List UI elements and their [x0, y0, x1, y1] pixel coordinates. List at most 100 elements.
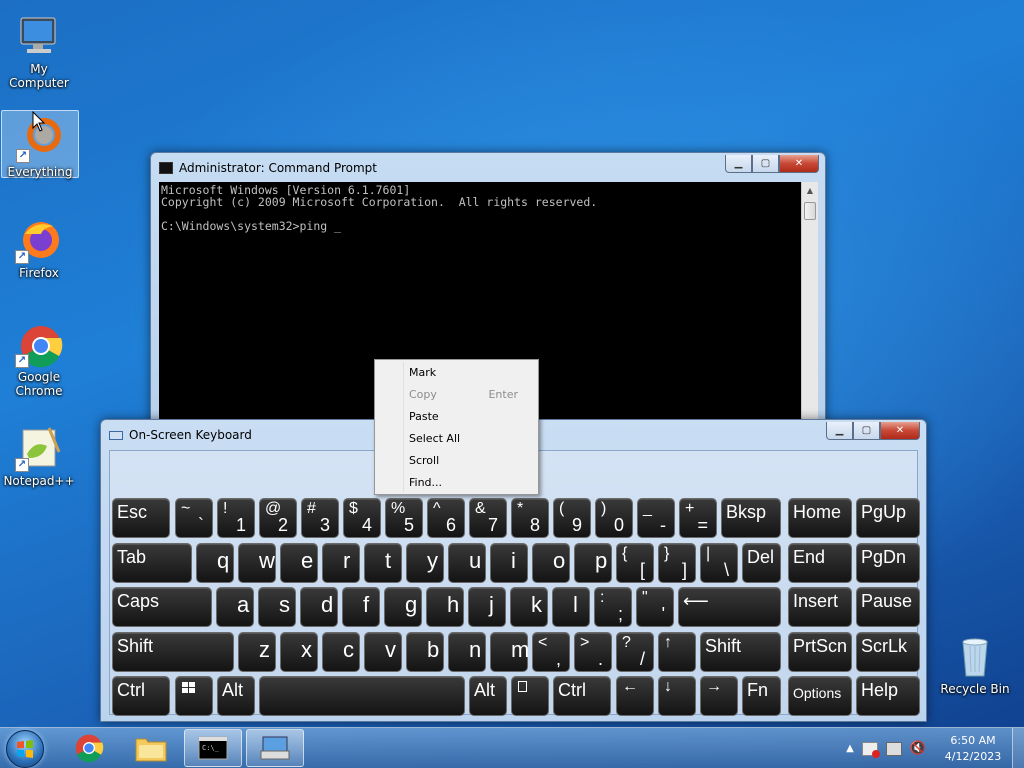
key-sym-z-2[interactable]: ? /	[616, 632, 654, 672]
key-options[interactable]: Options	[788, 676, 852, 716]
key-num-9[interactable]: (9	[553, 498, 591, 538]
taskbar-cmd[interactable]: C:\_	[184, 729, 242, 767]
key-arrow-left[interactable]: ←	[616, 676, 654, 716]
key-space[interactable]	[259, 676, 465, 716]
key-letter-n[interactable]: n	[448, 632, 486, 672]
key-delete[interactable]: Del	[742, 543, 781, 583]
network-icon[interactable]	[885, 741, 902, 756]
key-shift-right[interactable]: Shift	[700, 632, 781, 672]
console-scrollbar[interactable]: ▲	[801, 182, 818, 423]
menu-item-copy[interactable]: Copy Enter	[375, 384, 538, 406]
key-sym-q-2[interactable]: | \	[700, 543, 738, 583]
key-letter-h[interactable]: h	[426, 587, 464, 627]
taskbar-chrome[interactable]	[60, 729, 118, 767]
menu-item-paste[interactable]: Paste	[375, 406, 538, 428]
key-arrow-right[interactable]: →	[700, 676, 738, 716]
key-num-11[interactable]: _ -	[637, 498, 675, 538]
key-letter-q[interactable]: q	[196, 543, 234, 583]
cmd-titlebar[interactable]: Administrator: Command Prompt ▁ ▢ ✕	[151, 153, 825, 183]
key-num-10[interactable]: ) 0	[595, 498, 633, 538]
key-num-12[interactable]: + =	[679, 498, 717, 538]
close-button[interactable]: ✕	[779, 155, 819, 173]
key-alt-left[interactable]: Alt	[217, 676, 255, 716]
key-arrow-down[interactable]: ↓	[658, 676, 696, 716]
scroll-thumb[interactable]	[804, 202, 816, 220]
key-shift-left[interactable]: Shift	[112, 632, 234, 672]
menu-item-find[interactable]: Find...	[375, 472, 538, 494]
key-backspace[interactable]: Bksp	[721, 498, 781, 538]
key-home[interactable]: Home	[788, 498, 852, 538]
key-scrlk[interactable]: ScrLk	[856, 632, 920, 672]
key-num-6[interactable]: ^ 6	[427, 498, 465, 538]
close-button[interactable]: ✕	[880, 422, 920, 440]
key-caps[interactable]: Caps	[112, 587, 212, 627]
key-letter-i[interactable]: i	[490, 543, 528, 583]
key-insert[interactable]: Insert	[788, 587, 852, 627]
key-letter-x[interactable]: x	[280, 632, 318, 672]
key-letter-y[interactable]: y	[406, 543, 444, 583]
minimize-button[interactable]: ▁	[826, 422, 853, 440]
key-letter-s[interactable]: s	[258, 587, 296, 627]
key-letter-j[interactable]: j	[468, 587, 506, 627]
key-num-1[interactable]: ! 1	[217, 498, 255, 538]
key-num-4[interactable]: $4	[343, 498, 381, 538]
show-desktop-button[interactable]	[1012, 728, 1024, 768]
key-letter-a[interactable]: a	[216, 587, 254, 627]
key-sym-q-1[interactable]: }]	[658, 543, 696, 583]
menu-item-scroll[interactable]: Scroll	[375, 450, 538, 472]
menu-item-select-all[interactable]: Select All	[375, 428, 538, 450]
key-sym-q-0[interactable]: {[	[616, 543, 654, 583]
start-button[interactable]	[6, 730, 44, 768]
key-letter-f[interactable]: f	[342, 587, 380, 627]
key-enter[interactable]: ⟵	[678, 587, 781, 627]
key-num-5[interactable]: % 5	[385, 498, 423, 538]
key-menu[interactable]	[511, 676, 549, 716]
clock[interactable]: 6:50 AM 4/12/2023	[934, 733, 1012, 765]
key-pause[interactable]: Pause	[856, 587, 920, 627]
key-letter-u[interactable]: u	[448, 543, 486, 583]
key-sym-z-0[interactable]: <,	[532, 632, 570, 672]
key-end[interactable]: End	[788, 543, 852, 583]
desktop-icon-my-computer[interactable]: My Computer	[0, 8, 78, 90]
key-num-0[interactable]: ~ `	[175, 498, 213, 538]
key-tab[interactable]: Tab	[112, 543, 192, 583]
maximize-button[interactable]: ▢	[853, 422, 880, 440]
action-center-icon[interactable]	[861, 741, 880, 758]
key-letter-m[interactable]: m	[490, 632, 529, 672]
scroll-up-arrow-icon[interactable]: ▲	[802, 182, 818, 199]
minimize-button[interactable]: ▁	[725, 155, 752, 173]
key-letter-z[interactable]: z	[238, 632, 276, 672]
key-arrow-up[interactable]: ↑	[658, 632, 696, 672]
key-letter-e[interactable]: e	[280, 543, 318, 583]
key-sym-a-1[interactable]: " '	[636, 587, 674, 627]
key-letter-r[interactable]: r	[322, 543, 360, 583]
key-letter-d[interactable]: d	[300, 587, 338, 627]
key-num-7[interactable]: & 7	[469, 498, 507, 538]
key-letter-k[interactable]: k	[510, 587, 548, 627]
maximize-button[interactable]: ▢	[752, 155, 779, 173]
key-pgdn[interactable]: PgDn	[856, 543, 920, 583]
key-windows[interactable]	[175, 676, 213, 716]
key-sym-z-1[interactable]: >.	[574, 632, 612, 672]
key-letter-g[interactable]: g	[384, 587, 422, 627]
key-letter-o[interactable]: o	[532, 543, 570, 583]
key-num-3[interactable]: #3	[301, 498, 339, 538]
key-help[interactable]: Help	[856, 676, 920, 716]
key-prtscn[interactable]: PrtScn	[788, 632, 852, 672]
desktop-icon-firefox[interactable]: ↗ Firefox	[0, 212, 78, 280]
taskbar-osk[interactable]	[246, 729, 304, 767]
taskbar-explorer[interactable]	[122, 729, 180, 767]
key-num-8[interactable]: * 8	[511, 498, 549, 538]
key-alt-right[interactable]: Alt	[469, 676, 507, 716]
key-letter-c[interactable]: c	[322, 632, 360, 672]
key-sym-a-0[interactable]: :;	[594, 587, 632, 627]
key-num-2[interactable]: @2	[259, 498, 297, 538]
key-letter-w[interactable]: w	[238, 543, 276, 583]
desktop-icon-recycle-bin[interactable]: Recycle Bin	[936, 628, 1014, 696]
key-letter-t[interactable]: t	[364, 543, 402, 583]
menu-item-mark[interactable]: Mark	[375, 362, 538, 384]
key-pgup[interactable]: PgUp	[856, 498, 920, 538]
key-ctrl-left[interactable]: Ctrl	[112, 676, 170, 716]
key-letter-v[interactable]: v	[364, 632, 402, 672]
key-letter-p[interactable]: p	[574, 543, 612, 583]
